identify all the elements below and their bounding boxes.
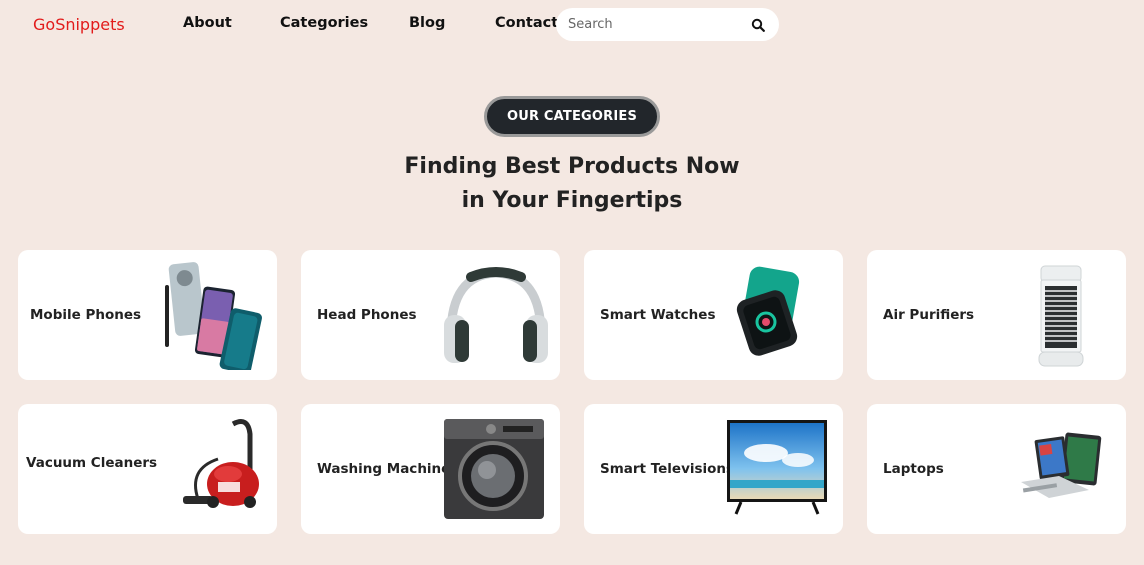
page-title-line-2: in Your Fingertips [461,188,683,213]
category-card-laptops[interactable]: Laptops [867,404,1126,534]
search-bar [556,8,779,41]
mobile-phones-image [165,262,262,370]
vacuum-cleaner-image [183,419,259,508]
category-card-smart-watches[interactable]: Smart Watches [584,250,843,380]
category-card-smart-televisions[interactable]: Smart Televisions [584,404,843,534]
category-label: Air Purifiers [883,307,975,323]
logo[interactable]: GoSnippets [33,15,125,34]
category-label: Smart Televisions [600,461,735,477]
washing-machine-image [444,419,544,519]
nav-link-blog[interactable]: Blog [409,15,445,31]
category-card-head-phones[interactable]: Head Phones [301,250,560,380]
category-label: Vacuum Cleaners [26,454,158,471]
smartwatch-image [736,266,800,356]
search-icon[interactable] [751,18,765,32]
category-label: Smart Watches [600,307,716,323]
category-label: Head Phones [317,307,417,323]
category-card-air-purifiers[interactable]: Air Purifiers [867,250,1126,380]
category-label: Washing Machines [317,461,459,477]
category-card-washing-machines[interactable]: Washing Machines [301,404,560,534]
category-card-vacuum-cleaners[interactable]: Vacuum Cleaners [18,404,277,534]
category-card-mobile-phones[interactable]: Mobile Phones [18,250,277,380]
nav-link-categories[interactable]: Categories [280,15,368,31]
smart-tv-image [727,420,827,515]
laptop-image [1021,432,1102,498]
nav-link-about[interactable]: About [183,15,232,31]
our-categories-badge: OUR CATEGORIES [484,96,660,137]
air-purifier-image [1038,265,1084,367]
headphones-image [444,267,548,363]
category-label: Mobile Phones [30,307,142,323]
nav-link-contact[interactable]: Contact [495,15,558,31]
page-title-line-1: Finding Best Products Now [404,154,740,179]
search-input[interactable] [568,17,751,32]
category-label: Laptops [883,461,944,477]
page-title: Finding Best Products Now in Your Finger… [0,150,1144,218]
